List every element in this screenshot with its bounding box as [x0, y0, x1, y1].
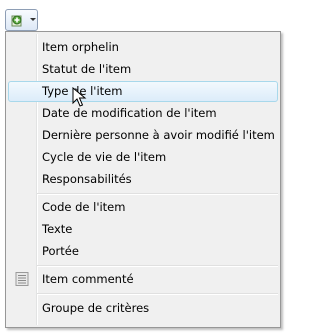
menu-item-label: Responsabilités [42, 172, 132, 186]
menu-separator [37, 293, 278, 295]
menu-item-label: Item commenté [42, 272, 134, 286]
add-column-icon [11, 15, 22, 27]
menu-item-label: Statut de l'item [42, 62, 132, 76]
comment-list-icon [15, 272, 29, 286]
menu-item-label: Dernière personne à avoir modifié l'item [42, 128, 275, 142]
chevron-down-icon[interactable] [30, 18, 36, 21]
menu-item-label: Code de l'item [42, 200, 126, 214]
menu-item-code[interactable]: Code de l'item [8, 197, 278, 218]
menu-item-label: Texte [42, 222, 73, 236]
menu-item-portee[interactable]: Portée [8, 241, 278, 262]
menu-item-groupe-criteres[interactable]: Groupe de critères [8, 298, 278, 319]
menu-item-item-orphelin[interactable]: Item orphelin [8, 37, 278, 58]
mouse-pointer-icon [72, 87, 87, 107]
menu-separator [37, 265, 278, 267]
menu-item-type[interactable]: Type de l'item [8, 81, 278, 102]
menu-item-cycle-de-vie[interactable]: Cycle de vie de l'item [8, 147, 278, 168]
menu-item-item-commente[interactable]: Item commenté [8, 269, 278, 290]
menu-item-derniere-personne[interactable]: Dernière personne à avoir modifié l'item [8, 125, 278, 146]
add-column-dropdown-button[interactable] [5, 9, 38, 31]
column-chooser-menu: Item orphelin Statut de l'item Type de l… [5, 31, 281, 328]
menu-item-date-modification[interactable]: Date de modification de l'item [8, 103, 278, 124]
menu-item-texte[interactable]: Texte [8, 219, 278, 240]
menu-item-label: Groupe de critères [42, 301, 150, 315]
menu-item-statut[interactable]: Statut de l'item [8, 59, 278, 80]
menu-item-responsabilites[interactable]: Responsabilités [8, 169, 278, 190]
menu-item-label: Item orphelin [42, 40, 119, 54]
menu-separator [37, 193, 278, 195]
menu-item-label: Date de modification de l'item [42, 106, 217, 120]
menu-item-label: Portée [42, 244, 79, 258]
menu-item-label: Cycle de vie de l'item [42, 150, 167, 164]
